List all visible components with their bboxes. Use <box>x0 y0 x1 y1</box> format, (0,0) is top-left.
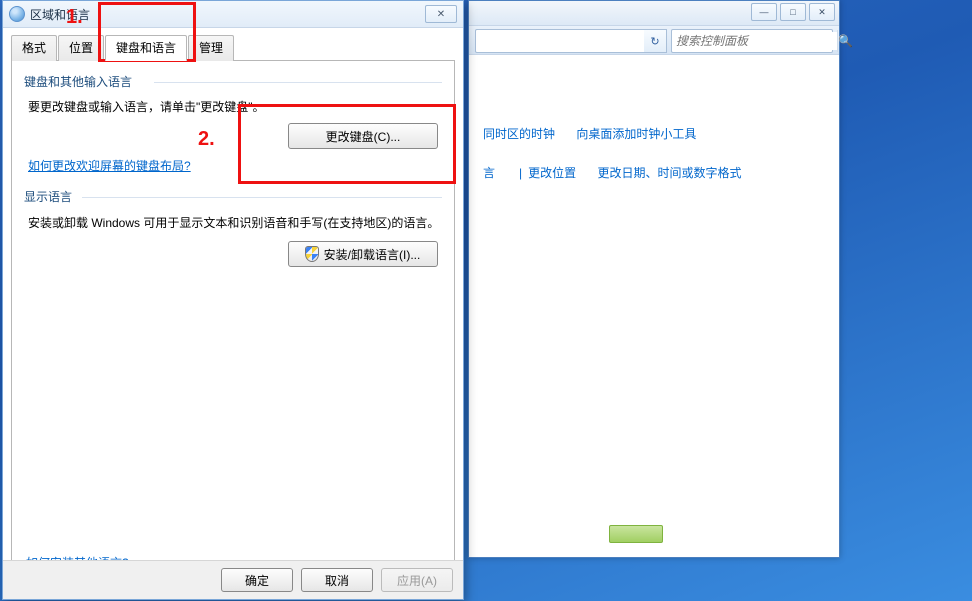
minimize-icon: — <box>760 7 769 17</box>
dialog-close-button[interactable]: ✕ <box>425 5 457 23</box>
cp-link-row-1: 同时区的时钟 向桌面添加时钟小工具 <box>483 125 825 142</box>
cp-bottom-button[interactable] <box>609 525 663 543</box>
ok-button[interactable]: 确定 <box>221 568 293 592</box>
cp-link-row-2: 言 | 更改位置 更改日期、时间或数字格式 <box>483 164 825 181</box>
control-panel-body: 同时区的时钟 向桌面添加时钟小工具 言 | 更改位置 更改日期、时间或数字格式 <box>469 55 839 557</box>
close-icon: ✕ <box>437 9 445 20</box>
tab-format[interactable]: 格式 <box>11 35 57 61</box>
region-language-dialog: 区域和语言 ✕ 格式 位置 键盘和语言 管理 键盘和其他输入语言 要更改键盘或输… <box>2 0 464 600</box>
shield-icon <box>306 247 318 261</box>
refresh-button[interactable]: ↻ <box>644 29 667 53</box>
change-keyboard-button[interactable]: 更改键盘(C)... <box>288 123 438 149</box>
address-bar[interactable] <box>475 29 663 53</box>
control-panel-navbar: ↻ 🔍 <box>469 26 839 55</box>
cancel-button[interactable]: 取消 <box>301 568 373 592</box>
desktop: — □ ✕ ↻ 🔍 同时区的时钟 向桌面添加时钟小工具 言 | 更改位置 更改日期、… <box>0 0 972 601</box>
install-language-label: 安装/卸载语言(I)... <box>324 246 421 263</box>
close-icon: ✕ <box>818 7 826 18</box>
apply-button[interactable]: 应用(A) <box>381 568 453 592</box>
group-display-desc: 安装或卸载 Windows 可用于显示文本和识别语音和手写(在支持地区)的语言。 <box>28 213 442 233</box>
group-display-heading: 显示语言 <box>24 188 442 205</box>
search-icon[interactable]: 🔍 <box>837 30 853 52</box>
group-keyboard-desc: 要更改键盘或输入语言，请单击"更改键盘"。 <box>28 98 442 115</box>
cp-link-change-location[interactable]: 更改位置 <box>528 166 576 180</box>
cp-link-desktop-clock[interactable]: 向桌面添加时钟小工具 <box>576 127 696 141</box>
change-keyboard-label: 更改键盘(C)... <box>326 128 401 145</box>
cp-link-clocks[interactable]: 同时区的时钟 <box>483 127 555 141</box>
group-keyboard-heading: 键盘和其他输入语言 <box>24 73 442 90</box>
control-panel-titlebar: — □ ✕ <box>469 1 839 26</box>
search-input[interactable] <box>672 32 837 50</box>
tab-strip: 格式 位置 键盘和语言 管理 <box>11 34 455 61</box>
close-button[interactable]: ✕ <box>809 3 835 21</box>
globe-icon <box>9 6 25 22</box>
cp-link-change-formats[interactable]: 更改日期、时间或数字格式 <box>598 166 742 180</box>
control-panel-window: — □ ✕ ↻ 🔍 同时区的时钟 向桌面添加时钟小工具 言 | 更改位置 更改日期、… <box>468 0 840 558</box>
refresh-icon: ↻ <box>650 35 659 48</box>
cp-link-separator: | <box>519 166 522 180</box>
tab-keyboard-language[interactable]: 键盘和语言 <box>105 35 187 61</box>
dialog-footer: 确定 取消 应用(A) <box>3 560 463 599</box>
dialog-title: 区域和语言 <box>30 6 90 23</box>
tab-content: 键盘和其他输入语言 要更改键盘或输入语言，请单击"更改键盘"。 更改键盘(C).… <box>11 61 455 584</box>
maximize-icon: □ <box>790 7 795 17</box>
search-box[interactable]: 🔍 <box>671 29 833 53</box>
keyboard-help-link[interactable]: 如何更改欢迎屏幕的键盘布局? <box>28 159 191 173</box>
tab-location[interactable]: 位置 <box>58 35 104 61</box>
minimize-button[interactable]: — <box>751 3 777 21</box>
install-language-button[interactable]: 安装/卸载语言(I)... <box>288 241 438 267</box>
cp-link-language[interactable]: 言 <box>483 166 495 180</box>
dialog-titlebar[interactable]: 区域和语言 ✕ <box>3 1 463 28</box>
tab-admin[interactable]: 管理 <box>188 35 234 61</box>
maximize-button[interactable]: □ <box>780 3 806 21</box>
